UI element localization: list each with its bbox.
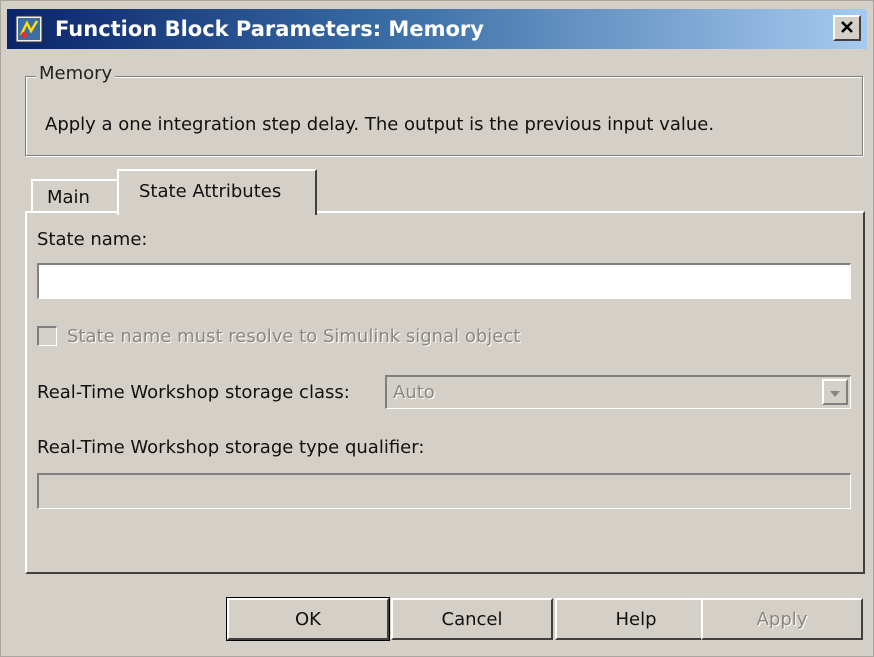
tab-state-attributes-label: State Attributes [139,181,282,202]
type-qualifier-input[interactable] [37,473,851,509]
state-name-label: State name: [37,229,148,250]
title-bar[interactable]: Function Block Parameters: Memory [7,9,867,49]
tab-main-label: Main [47,187,90,208]
close-button[interactable] [833,15,861,41]
window-title: Function Block Parameters: Memory [55,17,484,41]
cancel-button-label: Cancel [441,608,503,630]
storage-class-value: Auto [393,382,435,403]
help-button[interactable]: Help [555,598,717,640]
resolve-signal-checkbox[interactable] [37,326,57,346]
state-name-input[interactable] [37,263,851,299]
dialog-window: Function Block Parameters: Memory Memory… [0,0,874,657]
storage-class-select[interactable]: Auto [385,375,851,409]
help-button-label: Help [615,608,657,630]
dropdown-arrow-button[interactable] [822,379,848,405]
apply-button[interactable]: Apply [701,598,863,640]
ok-button-label: OK [295,608,321,630]
tab-main[interactable]: Main [31,179,119,213]
groupbox-title: Memory [36,63,116,84]
storage-class-label: Real-Time Workshop storage class: [37,382,350,403]
block-description: Apply a one integration step delay. The … [45,114,715,135]
simulink-block-icon [15,15,43,43]
cancel-button[interactable]: Cancel [391,598,553,640]
close-icon [840,19,854,38]
chevron-down-icon [829,383,841,402]
type-qualifier-label: Real-Time Workshop storage type qualifie… [37,437,425,458]
ok-button[interactable]: OK [226,597,390,641]
resolve-signal-label: State name must resolve to Simulink sign… [67,326,521,347]
tab-state-attributes[interactable]: State Attributes [117,169,317,215]
apply-button-label: Apply [756,608,808,630]
